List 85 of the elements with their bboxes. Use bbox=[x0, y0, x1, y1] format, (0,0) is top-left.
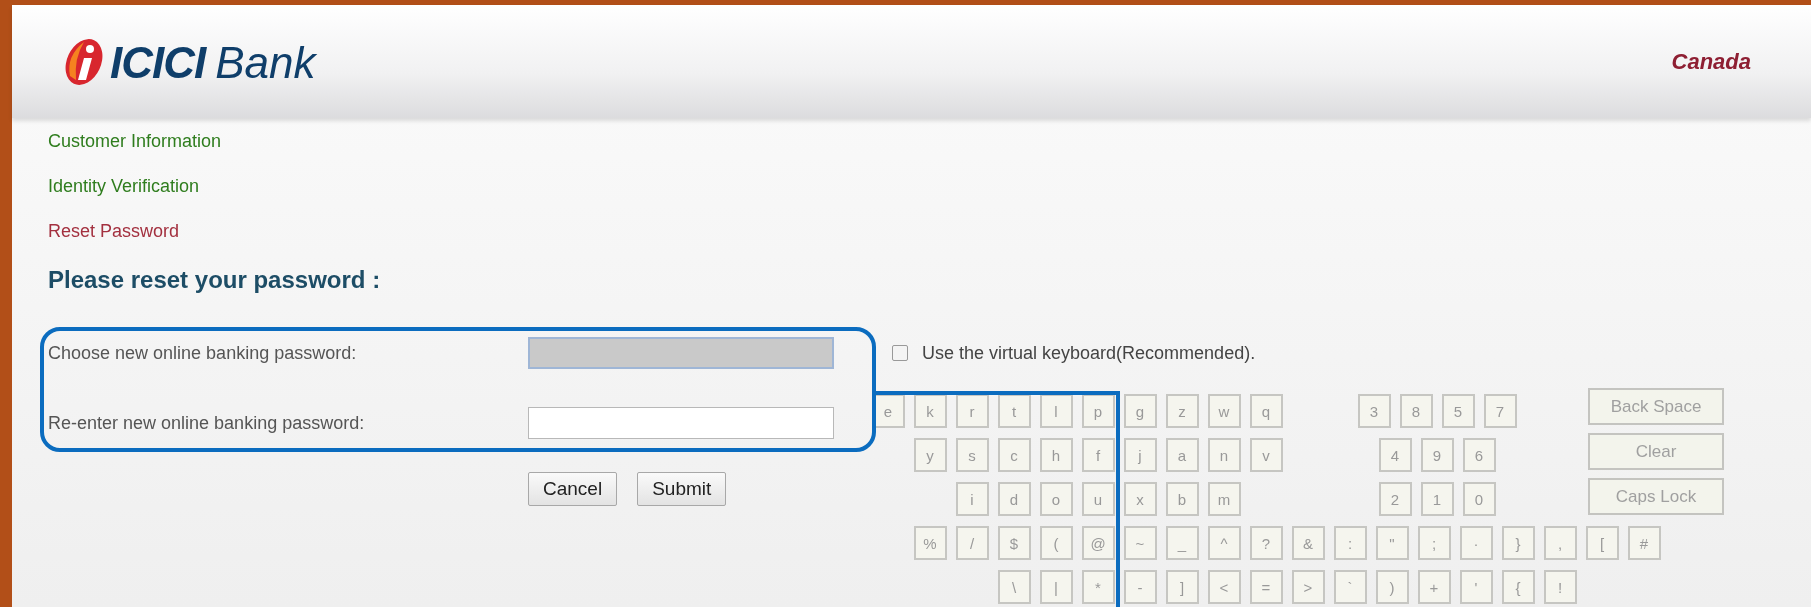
keyboard-key[interactable]: Caps Lock bbox=[1588, 478, 1724, 515]
keyboard-key[interactable]: o bbox=[1039, 482, 1073, 516]
step-label: Customer Information bbox=[48, 130, 223, 152]
keyboard-key[interactable]: < bbox=[1207, 570, 1241, 604]
keyboard-key[interactable]: f bbox=[1081, 438, 1115, 472]
keyboard-key[interactable]: % bbox=[913, 526, 947, 560]
keyboard-key[interactable]: 4 bbox=[1378, 438, 1412, 472]
keyboard-key[interactable]: ~ bbox=[1123, 526, 1157, 560]
keyboard-key[interactable]: ) bbox=[1375, 570, 1409, 604]
checkbox-label: Use the virtual keyboard(Recommended). bbox=[922, 342, 1256, 364]
keyboard-key[interactable]: 2 bbox=[1378, 482, 1412, 516]
keyboard-key[interactable]: # bbox=[1627, 526, 1661, 560]
keyboard-key[interactable]: @ bbox=[1081, 526, 1115, 560]
keyboard-key[interactable]: | bbox=[1039, 570, 1073, 604]
keyboard-key[interactable]: l bbox=[1039, 394, 1073, 428]
keyboard-key[interactable]: a bbox=[1165, 438, 1199, 472]
region-label: Canada bbox=[1671, 48, 1751, 75]
keyboard-key[interactable]: Clear bbox=[1588, 433, 1724, 470]
keyboard-key[interactable]: 5 bbox=[1441, 394, 1475, 428]
keyboard-key[interactable]: _ bbox=[1165, 526, 1199, 560]
keyboard-key[interactable]: b bbox=[1165, 482, 1199, 516]
keyboard-key[interactable]: h bbox=[1039, 438, 1073, 472]
keyboard-key[interactable]: w bbox=[1207, 394, 1241, 428]
keyboard-key[interactable]: · bbox=[1459, 526, 1493, 560]
keyboard-key[interactable]: p bbox=[1081, 394, 1115, 428]
keyboard-key[interactable]: \ bbox=[997, 570, 1031, 604]
keyboard-key[interactable]: * bbox=[1081, 570, 1115, 604]
keyboard-key[interactable]: u bbox=[1081, 482, 1115, 516]
keyboard-key[interactable]: = bbox=[1249, 570, 1283, 604]
form-button[interactable]: Cancel bbox=[528, 472, 618, 506]
keyboard-key[interactable]: } bbox=[1501, 526, 1535, 560]
logo-text: ICICI bbox=[110, 37, 206, 88]
keyboard-key[interactable]: y bbox=[913, 438, 947, 472]
keyboard-key[interactable]: r bbox=[955, 394, 989, 428]
keyboard-key[interactable]: ? bbox=[1249, 526, 1283, 560]
keyboard-key[interactable]: , bbox=[1543, 526, 1577, 560]
field-label: Re-enter new online banking password: bbox=[48, 412, 366, 434]
keyboard-key[interactable]: 7 bbox=[1483, 394, 1517, 428]
keyboard-key[interactable]: n bbox=[1207, 438, 1241, 472]
form-button[interactable]: Submit bbox=[637, 472, 727, 506]
keyboard-key[interactable]: ( bbox=[1039, 526, 1073, 560]
keyboard-key[interactable]: t bbox=[997, 394, 1031, 428]
keyboard-key[interactable]: k bbox=[913, 394, 947, 428]
password-field[interactable] bbox=[528, 337, 834, 369]
step-label: Reset Password bbox=[48, 220, 181, 242]
keyboard-key[interactable]: 3 bbox=[1357, 394, 1391, 428]
keyboard-key[interactable]: 6 bbox=[1462, 438, 1496, 472]
keyboard-key[interactable]: / bbox=[955, 526, 989, 560]
keyboard-key[interactable]: " bbox=[1375, 526, 1409, 560]
keyboard-key[interactable]: & bbox=[1291, 526, 1325, 560]
keyboard-key[interactable]: { bbox=[1501, 570, 1535, 604]
keyboard-key[interactable]: 1 bbox=[1420, 482, 1454, 516]
keyboard-key[interactable]: 0 bbox=[1462, 482, 1496, 516]
keyboard-key[interactable]: ; bbox=[1417, 526, 1451, 560]
keyboard-key[interactable]: v bbox=[1249, 438, 1283, 472]
keyboard-key[interactable]: q bbox=[1249, 394, 1283, 428]
keyboard-key[interactable]: > bbox=[1291, 570, 1325, 604]
keyboard-key[interactable]: c bbox=[997, 438, 1031, 472]
page-heading: Please reset your password : bbox=[48, 266, 382, 294]
keyboard-key[interactable]: s bbox=[955, 438, 989, 472]
keyboard-key[interactable]: ! bbox=[1543, 570, 1577, 604]
field-label: Choose new online banking password: bbox=[48, 342, 358, 364]
keyboard-key[interactable]: [ bbox=[1585, 526, 1619, 560]
logo-text: Bank bbox=[215, 37, 316, 88]
keyboard-key[interactable]: d bbox=[997, 482, 1031, 516]
keyboard-key[interactable]: z bbox=[1165, 394, 1199, 428]
keyboard-key[interactable]: : bbox=[1333, 526, 1367, 560]
keyboard-key[interactable]: g bbox=[1123, 394, 1157, 428]
keyboard-key[interactable]: x bbox=[1123, 482, 1157, 516]
keyboard-key[interactable]: + bbox=[1417, 570, 1451, 604]
keyboard-key[interactable]: j bbox=[1123, 438, 1157, 472]
keyboard-key[interactable]: ` bbox=[1333, 570, 1367, 604]
keyboard-key[interactable]: - bbox=[1123, 570, 1157, 604]
keyboard-key[interactable]: 8 bbox=[1399, 394, 1433, 428]
keyboard-key[interactable]: i bbox=[955, 482, 989, 516]
keyboard-key[interactable]: $ bbox=[997, 526, 1031, 560]
keyboard-key[interactable]: ^ bbox=[1207, 526, 1241, 560]
keyboard-key[interactable]: 9 bbox=[1420, 438, 1454, 472]
keyboard-key[interactable]: Back Space bbox=[1588, 388, 1724, 425]
password-field[interactable] bbox=[528, 407, 834, 439]
keyboard-key[interactable]: m bbox=[1207, 482, 1241, 516]
checkbox[interactable] bbox=[892, 345, 908, 361]
keyboard-key[interactable]: ] bbox=[1165, 570, 1199, 604]
keyboard-key[interactable]: ' bbox=[1459, 570, 1493, 604]
step-label: Identity Verification bbox=[48, 175, 201, 197]
